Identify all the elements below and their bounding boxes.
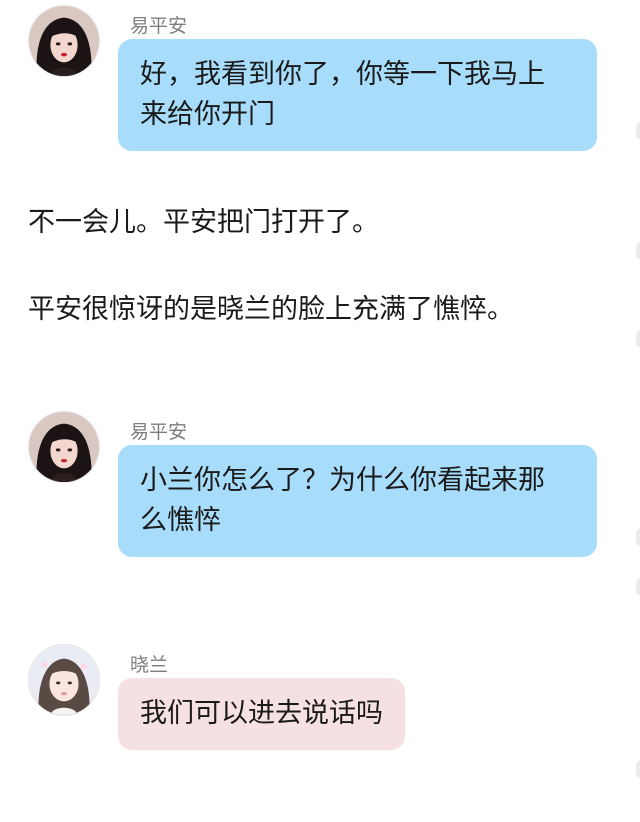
sender-name: 晓兰 [130, 654, 169, 676]
avatar-xiaolan[interactable] [28, 644, 100, 716]
avatar-yi-pingan[interactable] [28, 411, 100, 483]
profile-photo-icon [29, 412, 99, 482]
chat-story-page: { "messages": [ { "speaker": "易平安", "lin… [0, 0, 640, 822]
message-text-line: 来给你开门 [140, 99, 275, 130]
edge-marker [636, 122, 640, 140]
avatar-yi-pingan[interactable] [28, 5, 100, 77]
narration-text: 不一会儿。平安把门打开了。 [28, 207, 379, 238]
message-bubble[interactable]: 好，我看到你了，你等一下我马上 来给你开门 [118, 39, 597, 151]
message-text-line: 么憔悴 [140, 505, 221, 536]
edge-marker [636, 760, 640, 778]
message-bubble[interactable]: 小兰你怎么了？为什么你看起来那 么憔悴 [118, 445, 597, 557]
message-text-line: 好，我看到你了，你等一下我马上 [140, 59, 545, 90]
message-text: 我们可以进去说话吗 [140, 698, 383, 729]
message-text-line: 小兰你怎么了？为什么你看起来那 [140, 465, 545, 496]
profile-photo-icon [29, 645, 99, 715]
edge-marker [636, 578, 640, 596]
sender-name: 易平安 [130, 421, 188, 443]
edge-marker [636, 330, 640, 348]
sender-name: 易平安 [130, 15, 188, 37]
narration-text: 平安很惊讶的是晓兰的脸上充满了憔悴。 [28, 294, 514, 325]
profile-photo-icon [29, 6, 99, 76]
message-bubble[interactable]: 我们可以进去说话吗 [118, 678, 405, 750]
edge-marker [636, 528, 640, 546]
edge-marker [636, 242, 640, 260]
